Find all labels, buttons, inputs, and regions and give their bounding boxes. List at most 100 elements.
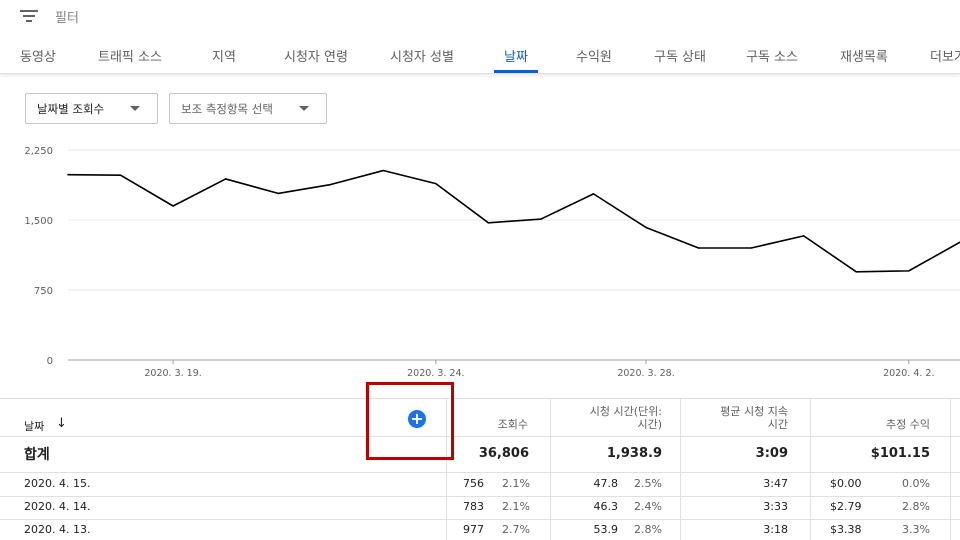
total-revenue: $101.15 (870, 446, 930, 461)
dropdown-arrow-icon (130, 106, 140, 111)
chart-grid (68, 149, 960, 361)
row-revenue-pct: 3.3% (902, 523, 930, 536)
divider (0, 436, 960, 437)
column-label: 추정 수익 (886, 418, 930, 431)
row-revenue: $0.00 (830, 477, 862, 490)
filter-list-icon[interactable] (20, 10, 38, 22)
tab-more[interactable]: 더보기 (930, 46, 960, 65)
total-label: 합계 (24, 447, 50, 463)
x-tick-label: 2020. 4. 2. (883, 368, 934, 379)
divider (0, 496, 960, 497)
filter-bar: 필터 (0, 0, 960, 36)
row-watch-time: 46.3 (593, 500, 619, 513)
row-views-pct: 2.1% (502, 500, 530, 513)
data-point[interactable] (224, 178, 227, 180)
data-point[interactable] (802, 235, 805, 237)
data-point[interactable] (697, 247, 700, 249)
y-tick-label: 2,250 (24, 146, 53, 157)
row-views: 756 (463, 477, 484, 490)
column-label: 시간 (767, 418, 788, 431)
date-column-header[interactable]: 날짜 (24, 418, 44, 434)
row-views: 783 (463, 500, 484, 513)
tab-viewer-age[interactable]: 시청자 연령 (284, 46, 348, 65)
tab-playlist[interactable]: 재생목록 (840, 46, 888, 65)
data-point[interactable] (908, 270, 910, 272)
x-axis: 2020. 3. 19. 2020. 3. 24. 2020. 3. 28. 2020… (144, 360, 934, 379)
tab-videos[interactable]: 동영상 (20, 46, 56, 65)
tab-revenue-source[interactable]: 수익원 (576, 46, 612, 65)
y-axis: 2,250 1,500 750 0 (24, 146, 53, 367)
row-views: 977 (463, 523, 484, 536)
total-views: 36,806 (478, 446, 529, 461)
row-revenue-pct: 0.0% (902, 477, 930, 490)
row-views-pct: 2.1% (502, 477, 530, 490)
tab-traffic-source[interactable]: 트래픽 소스 (98, 46, 162, 65)
total-watch-time: 1,938.9 (606, 446, 662, 461)
report-tabs: 동영상 트래픽 소스 지역 시청자 연령 시청자 성별 날짜 수익원 구독 상태… (0, 36, 960, 74)
column-label: 조회수 (497, 418, 528, 431)
data-point[interactable] (645, 226, 647, 229)
series-line (67, 169, 960, 273)
row-avg-duration: 3:18 (763, 523, 788, 536)
views-column-header[interactable]: 조회수 (456, 418, 528, 431)
divider (0, 519, 960, 520)
secondary-metric-dropdown-label: 보조 측정항목 선택 (181, 102, 273, 116)
row-watch-pct: 2.4% (634, 500, 662, 513)
divider (550, 399, 551, 540)
y-tick-label: 1,500 (24, 216, 53, 227)
divider (950, 399, 951, 540)
row-avg-duration: 3:33 (763, 500, 788, 513)
data-point[interactable] (540, 218, 542, 220)
tab-geography[interactable]: 지역 (212, 46, 236, 65)
dropdown-arrow-icon (299, 106, 309, 111)
divider (0, 472, 960, 473)
row-watch-time: 53.9 (593, 523, 619, 536)
tab-viewer-gender[interactable]: 시청자 성별 (390, 46, 454, 65)
watch-time-column-header[interactable]: 시청 시간(단위: 시간) (560, 405, 662, 431)
metric-dropdown[interactable]: 날짜별 조회수 (25, 93, 158, 124)
column-label: 시청 시간(단위: (589, 405, 662, 418)
row-watch-pct: 2.5% (634, 477, 662, 490)
chart-series (67, 169, 960, 273)
divider (810, 399, 811, 540)
data-point[interactable] (382, 169, 385, 172)
row-revenue-pct: 2.8% (902, 500, 930, 513)
y-tick-label: 0 (47, 356, 53, 367)
metric-dropdown-label: 날짜별 조회수 (37, 102, 105, 116)
secondary-metric-dropdown[interactable]: 보조 측정항목 선택 (169, 93, 327, 124)
revenue-column-header[interactable]: 추정 수익 (820, 418, 930, 431)
data-point[interactable] (750, 247, 752, 249)
data-point[interactable] (592, 193, 595, 195)
row-avg-duration: 3:47 (763, 477, 788, 490)
tab-date[interactable]: 날짜 (504, 46, 528, 65)
row-date: 2020. 4. 14. (24, 500, 91, 513)
data-point[interactable] (435, 182, 437, 185)
row-watch-time: 47.8 (593, 477, 619, 490)
views-line-chart: 2,250 1,500 750 0 2020. 3. 19. 2020. 3. 24. 2… (24, 146, 960, 379)
data-point[interactable] (329, 183, 332, 186)
arrow-down-icon[interactable]: ↓ (56, 416, 67, 431)
avg-view-duration-column-header[interactable]: 평균 시청 지속 시간 (690, 405, 788, 431)
divider (680, 399, 681, 540)
row-date: 2020. 4. 15. (24, 477, 91, 490)
data-point[interactable] (277, 192, 280, 195)
column-label: 평균 시청 지속 (720, 405, 788, 418)
data-point[interactable] (172, 205, 174, 207)
row-watch-pct: 2.8% (634, 523, 662, 536)
data-point[interactable] (487, 222, 490, 224)
tab-subscription-source[interactable]: 구독 소스 (746, 46, 798, 65)
row-date: 2020. 4. 13. (24, 523, 91, 536)
tab-subscription-status[interactable]: 구독 상태 (654, 46, 706, 65)
data-point[interactable] (119, 174, 122, 176)
active-tab-indicator (494, 70, 538, 73)
row-views-pct: 2.7% (502, 523, 530, 536)
data-point[interactable] (855, 271, 858, 273)
x-tick-label: 2020. 3. 19. (144, 368, 201, 379)
y-tick-label: 750 (34, 286, 53, 297)
data-point[interactable] (67, 173, 69, 176)
row-revenue: $3.38 (830, 523, 862, 536)
x-tick-label: 2020. 3. 24. (407, 368, 464, 379)
row-revenue: $2.79 (830, 500, 862, 513)
total-avg-duration: 3:09 (755, 446, 788, 461)
filter-input[interactable]: 필터 (55, 7, 79, 26)
